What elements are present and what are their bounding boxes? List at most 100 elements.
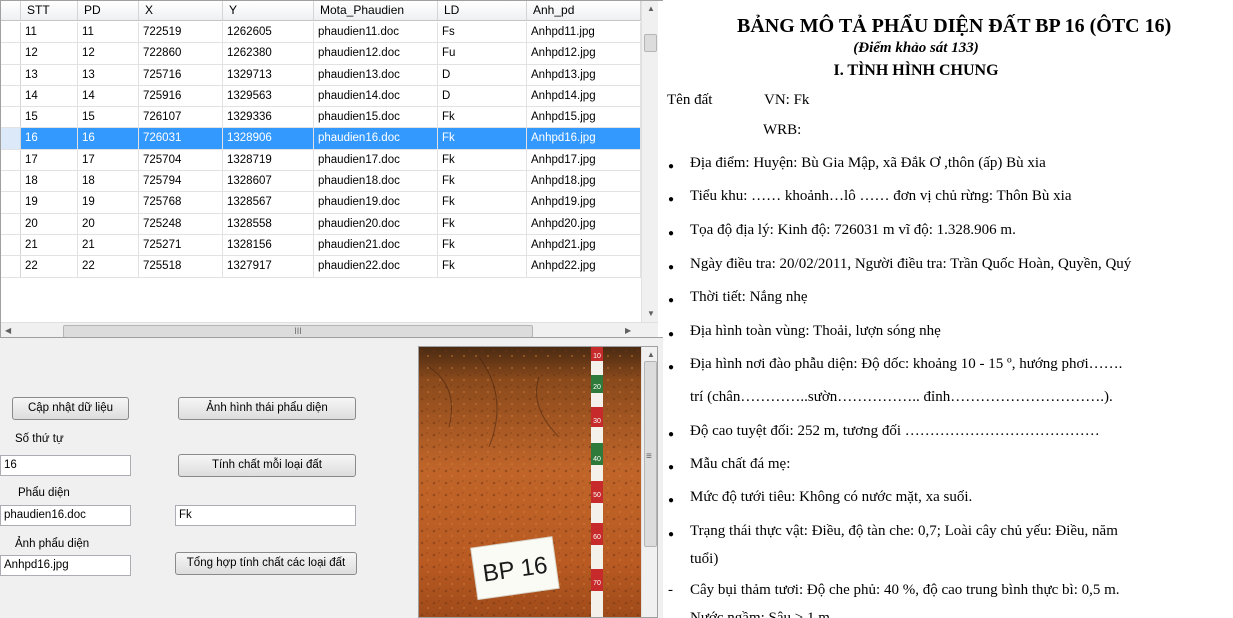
cell-mota-phaudien[interactable]: phaudien18.doc xyxy=(314,171,438,192)
cell-anh-pd[interactable]: Anhpd14.jpg xyxy=(527,85,641,107)
row-header[interactable] xyxy=(1,128,21,149)
table-row[interactable]: 11 11 722519 1262605 phaudien11.doc Fs Anhpd11… xyxy=(1,22,641,44)
cell-mota-phaudien[interactable]: phaudien21.doc xyxy=(314,234,438,256)
cell-anh-pd[interactable]: Anhpd20.jpg xyxy=(527,213,641,234)
profile-data-grid[interactable]: STT PD X Y Mota_Phaudien LD Anh_pd 11 11 7… xyxy=(0,0,666,338)
cell-ld[interactable]: D xyxy=(438,64,527,85)
photo-scroll-up-icon[interactable]: ▲ xyxy=(647,350,655,360)
cell-mota-phaudien[interactable]: phaudien13.doc xyxy=(314,64,438,85)
column-header-anh-pd[interactable]: Anh_pd xyxy=(527,1,641,20)
cell-y[interactable]: 1328567 xyxy=(223,192,314,213)
row-header[interactable] xyxy=(1,256,21,277)
row-header[interactable] xyxy=(1,192,21,213)
row-header[interactable] xyxy=(1,213,21,234)
scroll-up-icon[interactable]: ▲ xyxy=(647,4,655,14)
cell-anh-pd[interactable]: Anhpd12.jpg xyxy=(527,43,641,64)
cell-x[interactable]: 725716 xyxy=(139,64,223,85)
column-header-y[interactable]: Y xyxy=(223,1,314,20)
table-row[interactable]: 16 16 726031 1328906 phaudien16.doc Fk Anhpd16… xyxy=(1,128,641,150)
cell-pd[interactable]: 11 xyxy=(78,22,139,43)
cell-mota-phaudien[interactable]: phaudien12.doc xyxy=(314,43,438,64)
cell-y[interactable]: 1328719 xyxy=(223,149,314,171)
row-header[interactable] xyxy=(1,234,21,256)
table-row[interactable]: 13 13 725716 1329713 phaudien13.doc D Anhpd13.… xyxy=(1,64,641,86)
cell-anh-pd[interactable]: Anhpd16.jpg xyxy=(527,128,641,149)
column-header-ld[interactable]: LD xyxy=(438,1,527,20)
table-row[interactable]: 17 17 725704 1328719 phaudien17.doc Fk Anhpd17… xyxy=(1,149,641,172)
summary-button[interactable]: Tổng hợp tính chất các loại đất xyxy=(175,552,357,575)
table-row[interactable]: 21 21 725271 1328156 phaudien21.doc Fk Anhpd21… xyxy=(1,234,641,257)
column-header-pd[interactable]: PD xyxy=(78,1,139,20)
table-row[interactable]: 19 19 725768 1328567 phaudien19.doc Fk Anhpd19… xyxy=(1,192,641,214)
cell-y[interactable]: 1329563 xyxy=(223,85,314,107)
cell-x[interactable]: 722860 xyxy=(139,43,223,64)
cell-x[interactable]: 725794 xyxy=(139,171,223,192)
cell-mota-phaudien[interactable]: phaudien15.doc xyxy=(314,107,438,128)
cell-pd[interactable]: 18 xyxy=(78,171,139,192)
table-row[interactable]: 18 18 725794 1328607 phaudien18.doc Fk Anhpd18… xyxy=(1,171,641,193)
cell-y[interactable]: 1327917 xyxy=(223,256,314,277)
soil-type-field[interactable]: Fk xyxy=(175,505,356,526)
cell-ld[interactable]: Fu xyxy=(438,43,527,64)
cell-ld[interactable]: Fk xyxy=(438,213,527,234)
cell-y[interactable]: 1329713 xyxy=(223,64,314,85)
cell-stt[interactable]: 14 xyxy=(21,85,78,107)
cell-pd[interactable]: 15 xyxy=(78,107,139,128)
update-data-button[interactable]: Cập nhật dữ liệu xyxy=(12,397,129,420)
cell-stt[interactable]: 19 xyxy=(21,192,78,213)
cell-mota-phaudien[interactable]: phaudien14.doc xyxy=(314,85,438,107)
cell-stt[interactable]: 22 xyxy=(21,256,78,277)
row-header[interactable] xyxy=(1,107,21,128)
cell-mota-phaudien[interactable]: phaudien20.doc xyxy=(314,213,438,234)
cell-anh-pd[interactable]: Anhpd18.jpg xyxy=(527,171,641,192)
cell-mota-phaudien[interactable]: phaudien19.doc xyxy=(314,192,438,213)
soil-properties-button[interactable]: Tính chất mỗi loại đất xyxy=(178,454,356,477)
grid-vertical-scrollbar[interactable]: ▲ ▼ xyxy=(641,1,658,322)
cell-stt[interactable]: 11 xyxy=(21,22,78,43)
cell-y[interactable]: 1328156 xyxy=(223,234,314,256)
cell-pd[interactable]: 19 xyxy=(78,192,139,213)
row-header[interactable] xyxy=(1,171,21,192)
table-row[interactable]: 12 12 722860 1262380 phaudien12.doc Fu Anhpd12… xyxy=(1,43,641,65)
cell-pd[interactable]: 14 xyxy=(78,85,139,107)
cell-y[interactable]: 1329336 xyxy=(223,107,314,128)
cell-y[interactable]: 1328906 xyxy=(223,128,314,149)
cell-x[interactable]: 725768 xyxy=(139,192,223,213)
column-header-x[interactable]: X xyxy=(139,1,223,20)
grid-vertical-scroll-thumb[interactable] xyxy=(644,34,657,52)
cell-mota-phaudien[interactable]: phaudien11.doc xyxy=(314,22,438,43)
column-header-stt[interactable]: STT xyxy=(21,1,78,20)
cell-pd[interactable]: 17 xyxy=(78,149,139,171)
cell-x[interactable]: 725248 xyxy=(139,213,223,234)
row-header[interactable] xyxy=(1,64,21,85)
cell-ld[interactable]: Fs xyxy=(438,22,527,43)
cell-x[interactable]: 725916 xyxy=(139,85,223,107)
cell-mota-phaudien[interactable]: phaudien17.doc xyxy=(314,149,438,171)
row-header[interactable] xyxy=(1,22,21,43)
cell-x[interactable]: 725271 xyxy=(139,234,223,256)
table-row[interactable]: 15 15 726107 1329336 phaudien15.doc Fk Anhpd15… xyxy=(1,107,641,129)
table-row[interactable]: 20 20 725248 1328558 phaudien20.doc Fk Anhpd20… xyxy=(1,213,641,235)
cell-anh-pd[interactable]: Anhpd15.jpg xyxy=(527,107,641,128)
scroll-right-icon[interactable]: ▶ xyxy=(625,326,631,336)
cell-stt[interactable]: 15 xyxy=(21,107,78,128)
cell-anh-pd[interactable]: Anhpd22.jpg xyxy=(527,256,641,277)
cell-y[interactable]: 1328558 xyxy=(223,213,314,234)
cell-pd[interactable]: 22 xyxy=(78,256,139,277)
cell-pd[interactable]: 21 xyxy=(78,234,139,256)
cell-x[interactable]: 722519 xyxy=(139,22,223,43)
cell-ld[interactable]: Fk xyxy=(438,128,527,149)
cell-ld[interactable]: Fk xyxy=(438,256,527,277)
cell-ld[interactable]: Fk xyxy=(438,192,527,213)
scroll-left-icon[interactable]: ◀ xyxy=(5,326,11,336)
row-header[interactable] xyxy=(1,43,21,64)
photo-vertical-scrollbar[interactable]: ▲ ≡ xyxy=(641,347,657,617)
cell-x[interactable]: 725518 xyxy=(139,256,223,277)
cell-stt[interactable]: 16 xyxy=(21,128,78,149)
row-header[interactable] xyxy=(1,149,21,171)
cell-anh-pd[interactable]: Anhpd11.jpg xyxy=(527,22,641,43)
cell-stt[interactable]: 12 xyxy=(21,43,78,64)
cell-ld[interactable]: Fk xyxy=(438,149,527,171)
cell-ld[interactable]: Fk xyxy=(438,107,527,128)
grid-horizontal-scrollbar[interactable]: ◀ III ▶ xyxy=(1,322,658,337)
